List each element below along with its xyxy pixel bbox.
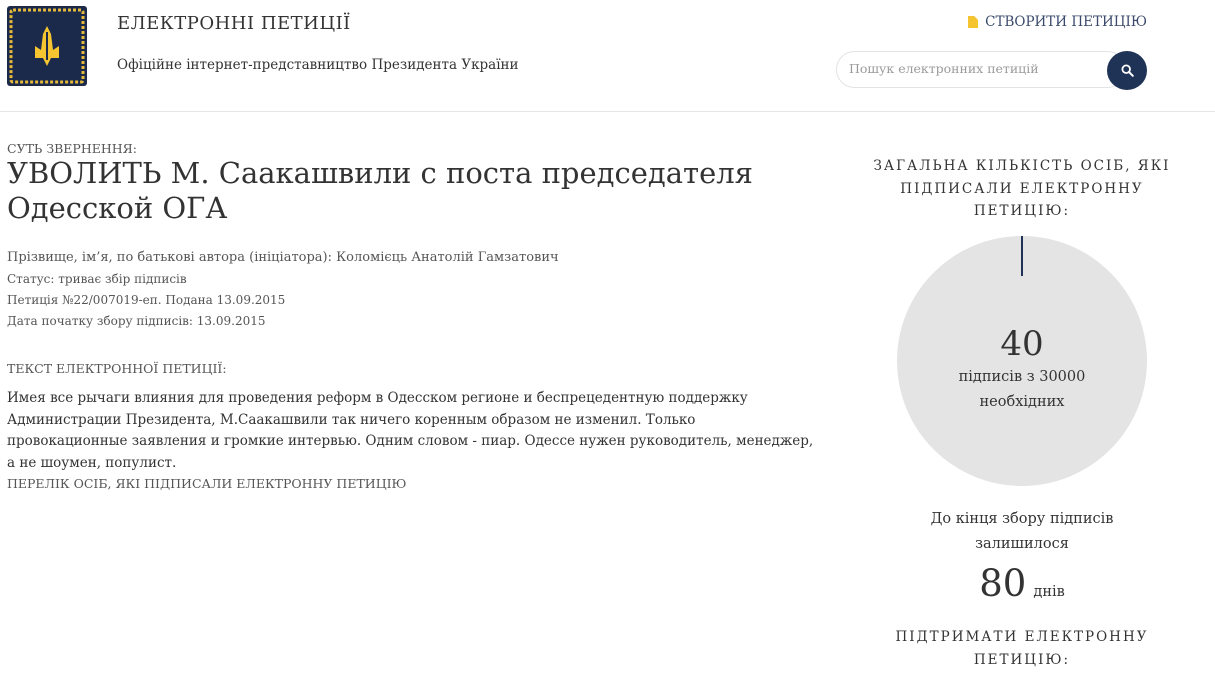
signatures-required: підписів з 30000 необхідних [937,365,1107,414]
days-unit: днів [1033,584,1065,600]
site-title[interactable]: ЕЛЕКТРОННІ ПЕТИЦІЇ [117,13,351,34]
petition-title: УВОЛИТЬ М. Саакашвили с поста председате… [7,156,753,225]
search-icon [1120,64,1134,77]
necessary-text: необхідних [979,393,1065,410]
progress-indicator [1021,236,1023,276]
petition-meta: Прізвище, ім’я, по батькові автора (ініц… [7,249,559,332]
support-petition-label: ПІДТРИМАТИ ЕЛЕКТРОННУ ПЕТИЦІЮ: [895,629,1149,668]
days-remaining: 80 днів [872,562,1172,606]
petition-number-line: Петиція №22/007019-еп. Подана 13.09.2015 [7,293,286,307]
days-number: 80 [979,562,1027,605]
site-header: ЕЛЕКТРОННІ ПЕТИЦІЇ Офіційне інтернет-пре… [0,0,1215,112]
create-petition-link[interactable]: СТВОРИТИ ПЕТИЦІЮ [968,14,1147,30]
of-required-text: підписів з 30000 [958,369,1086,385]
search-box [836,51,1126,88]
signature-count: 40 [1000,324,1044,364]
document-icon [968,16,979,28]
signers-list-link[interactable]: ПЕРЕЛІК ОСІБ, ЯКІ ПІДПИСАЛИ ЕЛЕКТРОННУ П… [7,476,406,491]
search-input[interactable] [849,61,1099,76]
coat-of-arms-logo[interactable] [7,6,87,86]
status-line: Статус: триває збір підписів [7,272,187,286]
remaining-label: До кінця збору підписів залишилося [930,511,1114,552]
total-signers-label: ЗАГАЛЬНА КІЛЬКІСТЬ ОСІБ, ЯКІ ПІДПИСАЛИ Е… [873,158,1171,219]
petition-text-label: ТЕКСТ ЕЛЕКТРОННОЇ ПЕТИЦІЇ: [7,361,227,376]
create-petition-label: СТВОРИТИ ПЕТИЦІЮ [985,14,1147,30]
petition-text: Имея все рычаги влияния для проведения р… [7,390,814,471]
author-line: Прізвище, ім’я, по батькові автора (ініц… [7,250,559,265]
start-date-line: Дата початку збору підписів: 13.09.2015 [7,314,266,328]
progress-circle: 40 підписів з 30000 необхідних [897,236,1147,486]
search-button[interactable] [1107,51,1147,90]
site-subtitle: Офіційне інтернет-представництво Президе… [117,57,519,73]
essence-label: СУТЬ ЗВЕРНЕННЯ: [7,141,137,156]
